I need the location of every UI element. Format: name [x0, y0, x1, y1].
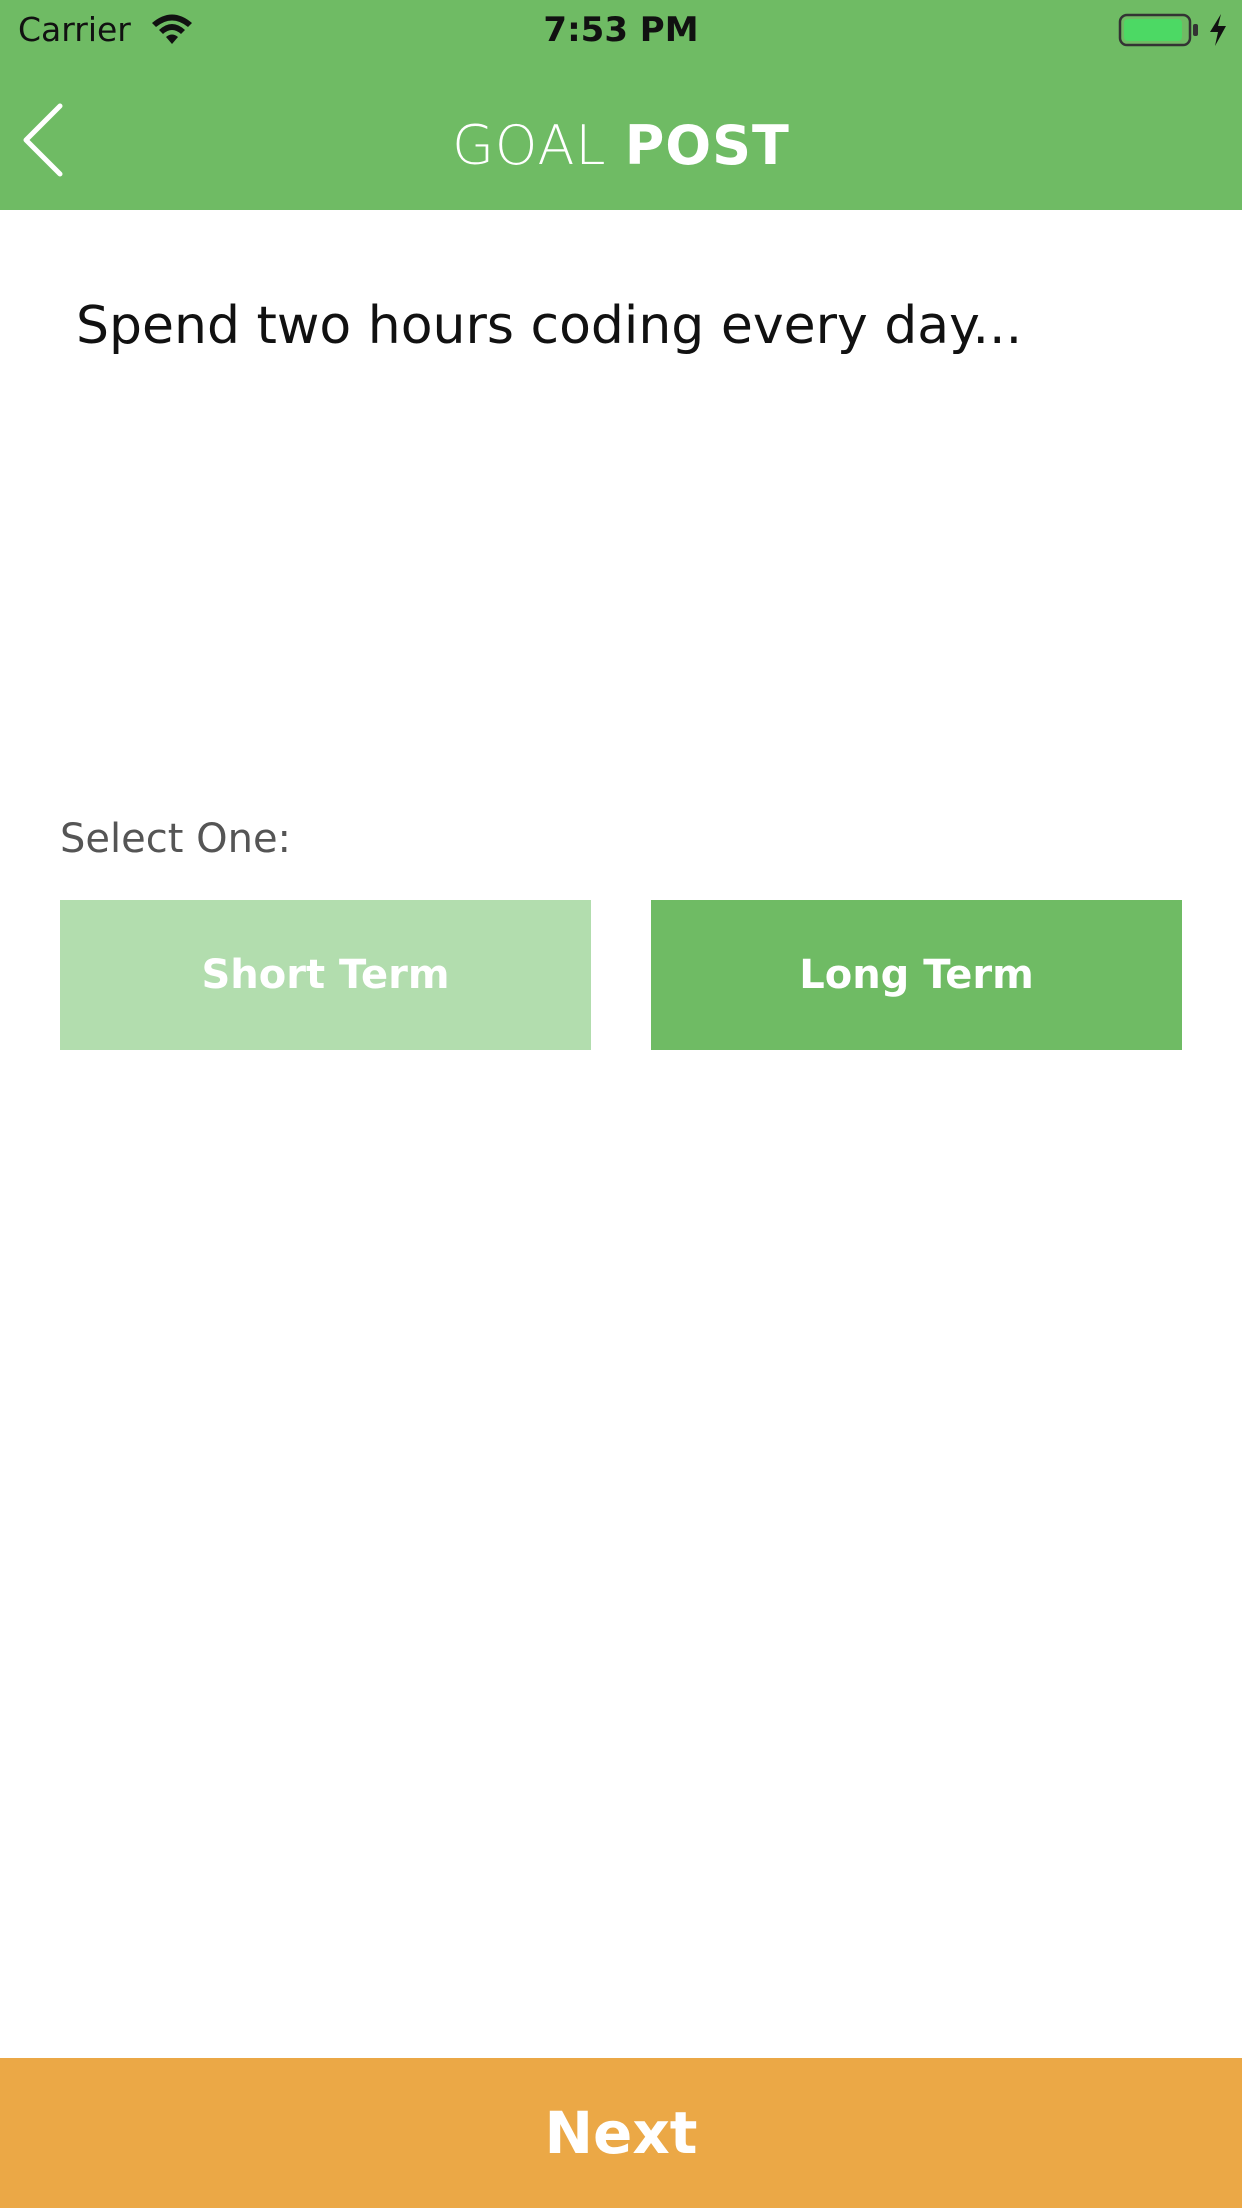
short-term-button[interactable]: Short Term [60, 900, 591, 1050]
title-light: GOAL [452, 114, 607, 177]
status-bar: Carrier 7:53 PM [0, 0, 1242, 60]
next-button[interactable]: Next [0, 2058, 1242, 2208]
navigation-bar: GOAL POST [0, 60, 1242, 210]
battery-icon [1118, 13, 1198, 47]
app-title: GOAL POST [0, 114, 1242, 177]
top-bar: Carrier 7:53 PM GOAL POST [0, 0, 1242, 210]
goal-text-field[interactable]: Spend two hours coding every day... [76, 296, 1166, 356]
status-time: 7:53 PM [543, 10, 699, 50]
charging-bolt-icon [1210, 14, 1226, 46]
title-bold: POST [624, 114, 790, 177]
select-one-label: Select One: [60, 816, 292, 862]
long-term-button[interactable]: Long Term [651, 900, 1182, 1050]
